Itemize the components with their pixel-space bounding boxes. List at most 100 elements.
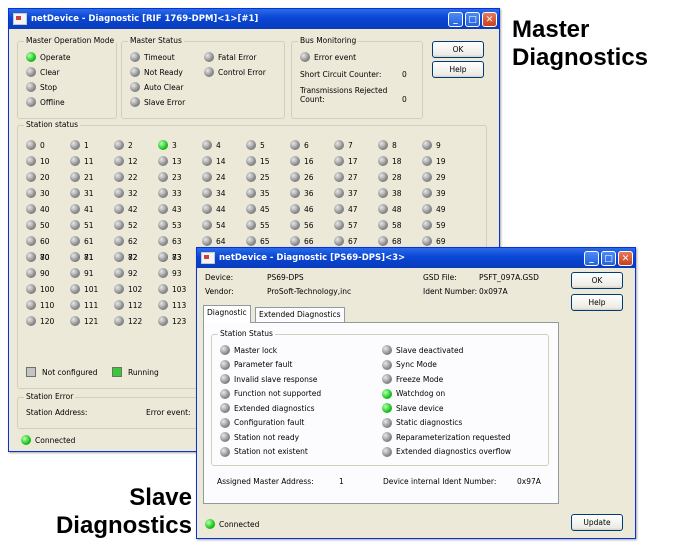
connected-led-icon (21, 435, 31, 445)
status-led-icon (26, 67, 36, 77)
update-button[interactable]: Update (571, 514, 623, 531)
station-80: 80 (26, 252, 50, 262)
station-56: 56 (290, 220, 314, 230)
station-led-icon (114, 236, 124, 246)
close-icon[interactable]: ✕ (618, 250, 633, 266)
station-led-icon (70, 268, 80, 278)
vendor-label: Vendor: (205, 287, 234, 296)
station-26: 26 (290, 172, 314, 182)
status-led-icon (220, 374, 230, 384)
slave-title-bar[interactable]: netDevice - Diagnostic [PS69-DPS]<3> _ □… (197, 248, 635, 268)
station-33: 33 (158, 188, 182, 198)
station-31: 31 (70, 188, 94, 198)
app-icon (13, 13, 27, 25)
station-led-icon (202, 140, 212, 150)
station-led-icon (158, 252, 168, 262)
station-103: 103 (158, 284, 186, 294)
station-68: 68 (378, 236, 402, 246)
station-led-icon (158, 268, 168, 278)
station-led-icon (70, 220, 80, 230)
status-led-icon (204, 67, 214, 77)
station-led-icon (114, 300, 124, 310)
station-led-icon (290, 172, 300, 182)
station-led-icon (70, 156, 80, 166)
mode-operate: Operate (26, 52, 71, 62)
station-18: 18 (378, 156, 402, 166)
gsd-file-label: GSD File: (423, 273, 457, 282)
station-36: 36 (290, 188, 314, 198)
station-54: 54 (202, 220, 226, 230)
help-button[interactable]: Help (571, 294, 623, 311)
tab-extended-diagnostics[interactable]: Extended Diagnostics (255, 307, 345, 322)
group-label: Bus Monitoring (298, 36, 359, 45)
station-led-icon (26, 204, 36, 214)
station-led-icon (334, 204, 344, 214)
station-led-icon (26, 220, 36, 230)
station-led-icon (334, 140, 344, 150)
station-led-icon (70, 188, 80, 198)
help-button[interactable]: Help (432, 61, 484, 78)
ok-button[interactable]: OK (432, 41, 484, 58)
slave-status-extended-diagnostics-overflow: Extended diagnostics overflow (382, 446, 511, 457)
minimize-icon[interactable]: _ (584, 250, 599, 266)
station-92: 92 (114, 268, 138, 278)
station-led-icon (202, 172, 212, 182)
station-64: 64 (202, 236, 226, 246)
short-circuit-value: 0 (402, 70, 407, 79)
slave-window-title: netDevice - Diagnostic [PS69-DPS]<3> (219, 253, 406, 263)
station-led-icon (246, 156, 256, 166)
rejected-value: 0 (402, 95, 407, 104)
station-41: 41 (70, 204, 94, 214)
station-40: 40 (26, 204, 50, 214)
mode-stop: Stop (26, 82, 57, 92)
station-0: 0 (26, 140, 45, 150)
close-icon[interactable]: ✕ (482, 11, 497, 27)
ident-number-value: 0x097A (479, 287, 508, 296)
status-led-icon (26, 97, 36, 107)
station-led-icon (422, 220, 432, 230)
maximize-icon[interactable]: □ (465, 11, 480, 27)
station-led-icon (26, 140, 36, 150)
station-led-icon (114, 172, 124, 182)
station-led-icon (378, 236, 388, 246)
status-timeout: Timeout (130, 52, 175, 62)
station-led-icon (26, 316, 36, 326)
station-led-icon (334, 156, 344, 166)
station-led-icon (290, 156, 300, 166)
station-11: 11 (70, 156, 94, 166)
station-20: 20 (26, 172, 50, 182)
station-led-icon (114, 220, 124, 230)
station-93: 93 (158, 268, 182, 278)
status-fatal-error: Fatal Error (204, 52, 257, 62)
slave-status-station-not-existent: Station not existent (220, 446, 308, 457)
status-led-icon (382, 432, 392, 442)
maximize-icon[interactable]: □ (601, 250, 616, 266)
station-122: 122 (114, 316, 142, 326)
connected-led-icon (205, 519, 215, 529)
slave-status-sync-mode: Sync Mode (382, 359, 437, 370)
ok-button[interactable]: OK (571, 272, 623, 289)
station-43: 43 (158, 204, 182, 214)
station-led-icon (246, 220, 256, 230)
status-led-icon (382, 446, 392, 457)
tab-diagnostic[interactable]: Diagnostic (203, 305, 251, 323)
master-title-bar[interactable]: netDevice - Diagnostic [RIF 1769-DPM]<1>… (9, 9, 499, 29)
station-led-icon (334, 172, 344, 182)
station-4: 4 (202, 140, 221, 150)
station-led-icon (114, 204, 124, 214)
internal-ident-label: Device internal Ident Number: (383, 477, 497, 486)
group-label: Station status (24, 120, 81, 129)
station-led-icon (114, 284, 124, 294)
station-50: 50 (26, 220, 50, 230)
minimize-icon[interactable]: _ (448, 11, 463, 27)
station-led-icon (246, 188, 256, 198)
station-7: 7 (334, 140, 353, 150)
slave-status-parameter-fault: Parameter fault (220, 359, 292, 370)
station-65: 65 (246, 236, 270, 246)
slave-status-configuration-fault: Configuration fault (220, 417, 304, 428)
status-led-icon (382, 374, 392, 384)
slave-connected-status: Connected (205, 519, 259, 529)
station-led-icon (202, 204, 212, 214)
station-led-icon (158, 316, 168, 326)
master-status-group: Master Status Timeout Not Ready Auto Cle… (121, 36, 285, 119)
